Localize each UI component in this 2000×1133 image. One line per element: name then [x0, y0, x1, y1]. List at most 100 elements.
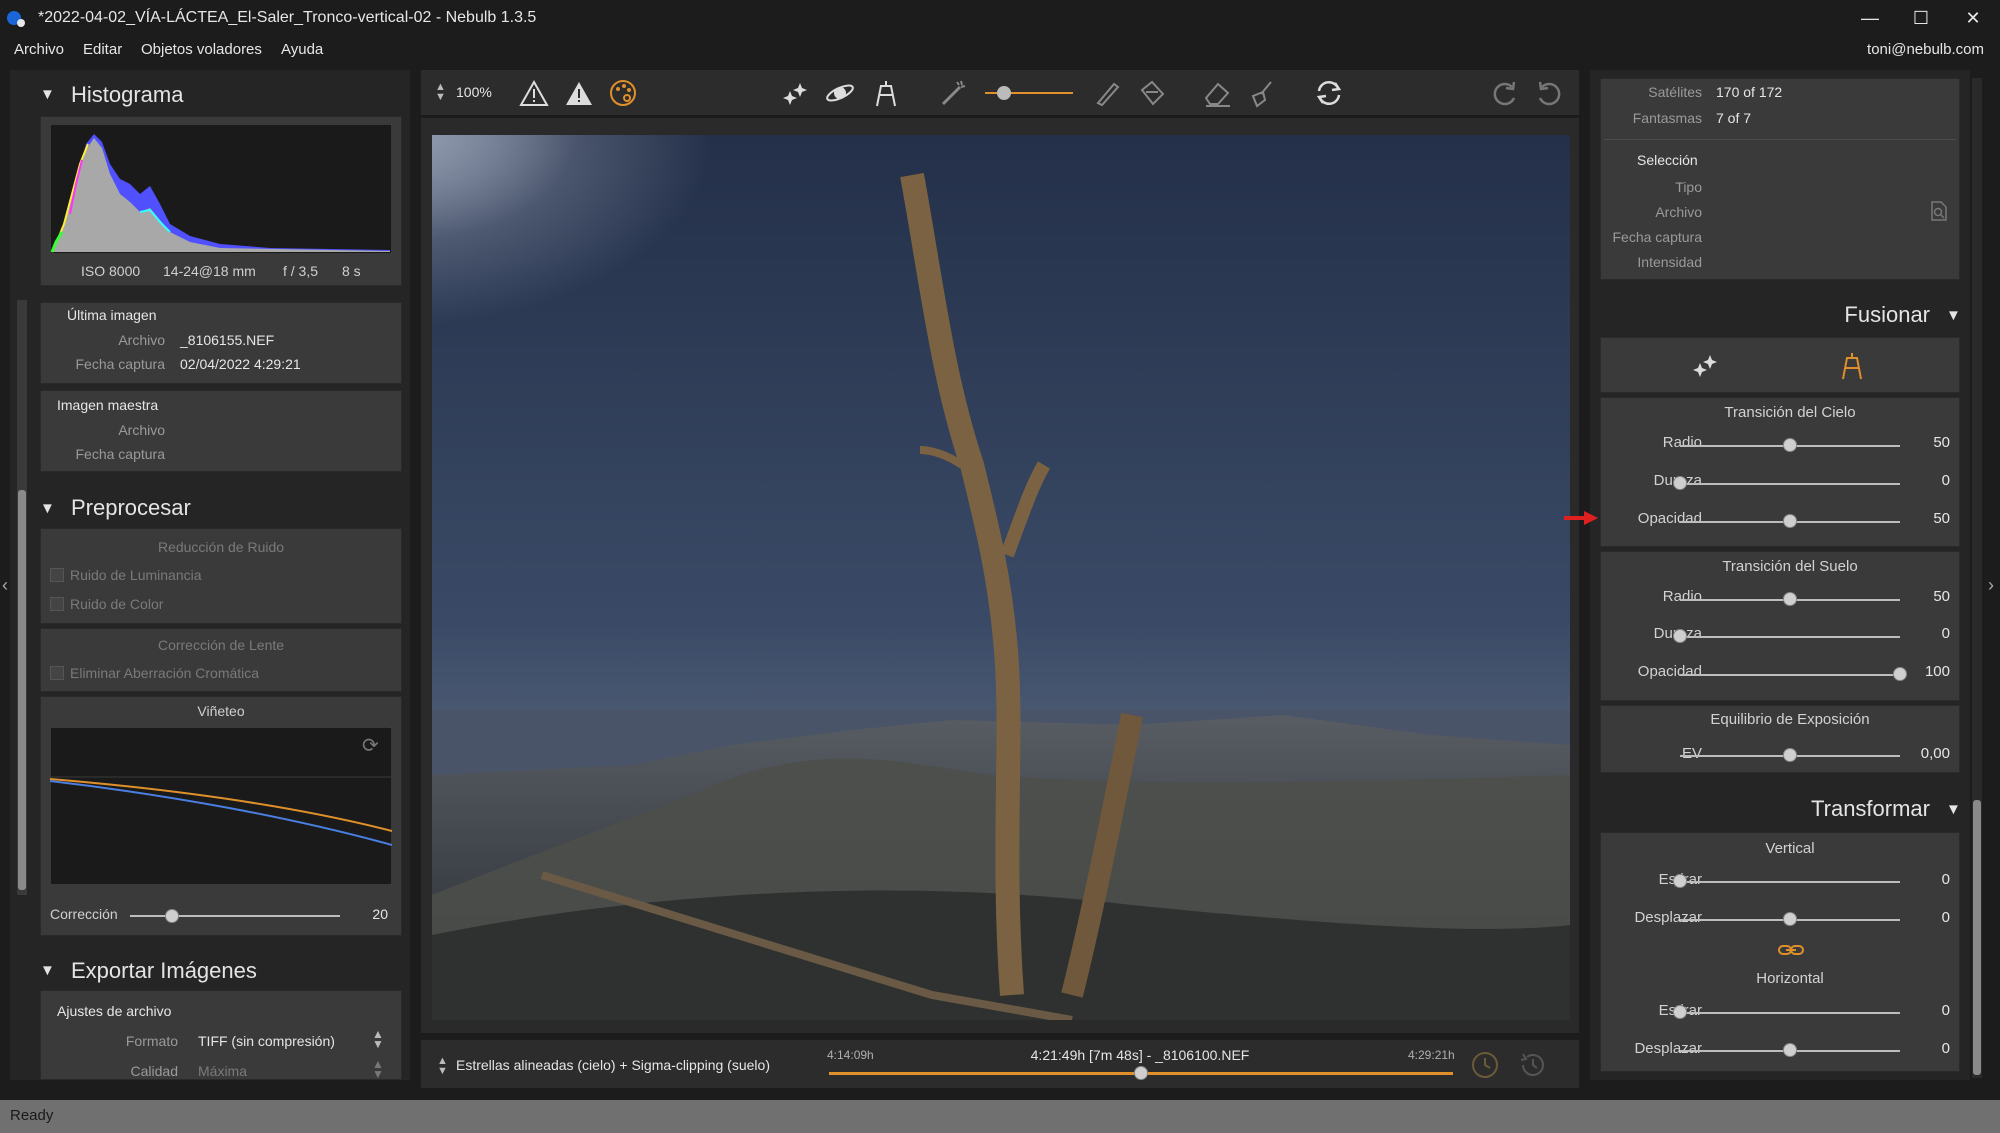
last-image-file-value: _8106155.NEF	[180, 332, 275, 348]
luminance-noise-label[interactable]: Ruido de Luminancia	[70, 567, 202, 583]
v-stretch-knob[interactable]	[1673, 874, 1687, 888]
maximize-button[interactable]: ☐	[1893, 0, 1949, 37]
ground-opacity-track[interactable]	[1680, 674, 1900, 676]
vignette-reset-icon[interactable]: ⟳	[362, 733, 379, 758]
h-stretch-knob[interactable]	[1673, 1005, 1687, 1019]
link-icon[interactable]	[1777, 942, 1805, 963]
format-spinner-icon[interactable]: ▲ ▼	[372, 1028, 384, 1050]
histogram-exposure: 8 s	[342, 263, 361, 279]
correction-slider-track[interactable]	[130, 915, 340, 917]
stack-mode[interactable]: Estrellas alineadas (cielo) + Sigma-clip…	[456, 1057, 770, 1073]
transform-collapse-icon[interactable]: ▼	[1946, 801, 1961, 818]
ground-opacity-label: Opacidad	[1637, 663, 1702, 680]
h-stretch-track[interactable]	[1680, 1012, 1900, 1014]
refresh-icon[interactable]	[1312, 76, 1346, 110]
blend-stars-icon[interactable]	[1690, 350, 1722, 387]
locate-file-icon[interactable]	[1928, 200, 1950, 227]
quality-spinner-icon[interactable]: ▲ ▼	[372, 1058, 384, 1080]
histogram-collapse-icon[interactable]: ▼	[40, 86, 55, 103]
red-arrow-icon	[1562, 509, 1602, 532]
zoom-level[interactable]: 100%	[456, 84, 492, 100]
blend-ground-icon[interactable]	[1836, 350, 1868, 387]
color-noise-checkbox[interactable]	[50, 597, 64, 611]
left-scrollbar-thumb[interactable]	[18, 490, 26, 890]
sky-opacity-label: Opacidad	[1637, 510, 1702, 527]
ev-knob[interactable]	[1783, 748, 1797, 762]
milky-way-photo[interactable]	[432, 135, 1570, 1020]
ground-radius-knob[interactable]	[1783, 592, 1797, 606]
sky-opacity-knob[interactable]	[1783, 514, 1797, 528]
luminance-noise-checkbox[interactable]	[50, 568, 64, 582]
user-email[interactable]: toni@nebulb.com	[1867, 41, 1984, 58]
satellites-label: Satélites	[1648, 84, 1702, 100]
collapse-right-icon[interactable]: ›	[1988, 575, 1994, 596]
v-stretch-track[interactable]	[1680, 881, 1900, 883]
brush-icon[interactable]	[1090, 76, 1124, 110]
undo-icon[interactable]	[1532, 76, 1566, 110]
menu-ayuda[interactable]: Ayuda	[281, 41, 323, 58]
histogram-lens: 14-24@18 mm	[163, 263, 256, 279]
selection-title: Selección	[1637, 152, 1698, 168]
sky-radius-label: Radio	[1662, 434, 1702, 451]
collapse-left-icon[interactable]: ‹	[2, 575, 8, 596]
time-history-icon[interactable]	[1518, 1050, 1548, 1085]
v-shift-label: Desplazar	[1634, 909, 1702, 926]
mode-spinner-icon[interactable]: ▲ ▼	[437, 1056, 448, 1077]
timeline-slider-knob[interactable]	[1134, 1066, 1148, 1080]
broom-icon[interactable]	[1245, 76, 1279, 110]
ev-value: 0,00	[1920, 745, 1950, 762]
ground-hardness-knob[interactable]	[1673, 629, 1687, 643]
sky-hardness-knob[interactable]	[1673, 476, 1687, 490]
palette-icon[interactable]	[606, 76, 640, 110]
zoom-spinner-icon[interactable]: ▲ ▼	[435, 82, 446, 103]
ghosts-value: 7 of 7	[1716, 110, 1752, 126]
status-bar	[0, 1100, 2000, 1133]
menu-objetos-voladores[interactable]: Objetos voladores	[141, 41, 262, 58]
warning-filled-icon[interactable]	[562, 76, 596, 110]
time-clock-icon[interactable]	[1470, 1050, 1500, 1085]
redo-icon[interactable]	[1488, 76, 1522, 110]
satellite-icon[interactable]	[823, 76, 857, 110]
ground-hardness-track[interactable]	[1680, 636, 1900, 638]
timeline-end-time: 4:29:21h	[1408, 1048, 1455, 1062]
preprocess-collapse-icon[interactable]: ▼	[40, 500, 55, 517]
quality-value[interactable]: Máxima	[198, 1063, 247, 1079]
brush-size-slider-knob[interactable]	[997, 86, 1011, 100]
stars-icon[interactable]	[778, 76, 812, 110]
sky-opacity-value: 50	[1933, 510, 1950, 527]
format-label: Formato	[125, 1033, 178, 1049]
export-file-settings: Ajustes de archivo	[57, 1003, 172, 1019]
last-image-file-label: Archivo	[118, 332, 165, 348]
chromatic-checkbox[interactable]	[50, 666, 64, 680]
sky-hardness-track[interactable]	[1680, 483, 1900, 485]
export-collapse-icon[interactable]: ▼	[40, 962, 55, 979]
color-noise-label[interactable]: Ruido de Color	[70, 596, 163, 612]
type-label: Tipo	[1675, 179, 1702, 195]
fill-bucket-icon[interactable]	[1134, 76, 1168, 110]
h-shift-knob[interactable]	[1783, 1043, 1797, 1057]
ground-tower-icon[interactable]	[869, 76, 903, 110]
menu-archivo[interactable]: Archivo	[14, 41, 64, 58]
chromatic-label[interactable]: Eliminar Aberración Cromática	[70, 665, 259, 681]
menu-editar[interactable]: Editar	[83, 41, 122, 58]
minimize-button[interactable]: —	[1842, 0, 1898, 37]
master-image-title: Imagen maestra	[57, 397, 159, 413]
close-button[interactable]: ✕	[1945, 0, 2000, 37]
v-shift-knob[interactable]	[1783, 912, 1797, 926]
sky-radius-knob[interactable]	[1783, 438, 1797, 452]
magic-wand-icon[interactable]	[936, 76, 970, 110]
correction-slider-knob[interactable]	[165, 909, 179, 923]
vignette-title: Viñeteo	[197, 703, 245, 719]
h-shift-value: 0	[1941, 1040, 1950, 1057]
last-image-title: Última imagen	[67, 307, 157, 323]
histogram-aperture: f / 3,5	[283, 263, 319, 279]
format-value[interactable]: TIFF (sin compresión)	[198, 1033, 335, 1049]
timeline-current: 4:21:49h [7m 48s] - _8106100.NEF	[1030, 1047, 1250, 1063]
blend-collapse-icon[interactable]: ▼	[1946, 307, 1961, 324]
eraser-icon[interactable]	[1200, 76, 1234, 110]
quality-label: Calidad	[130, 1063, 178, 1079]
last-image-date-label: Fecha captura	[75, 356, 166, 372]
intensity-label: Intensidad	[1637, 254, 1702, 270]
h-stretch-value: 0	[1941, 1002, 1950, 1019]
warning-outline-icon[interactable]	[517, 76, 551, 110]
